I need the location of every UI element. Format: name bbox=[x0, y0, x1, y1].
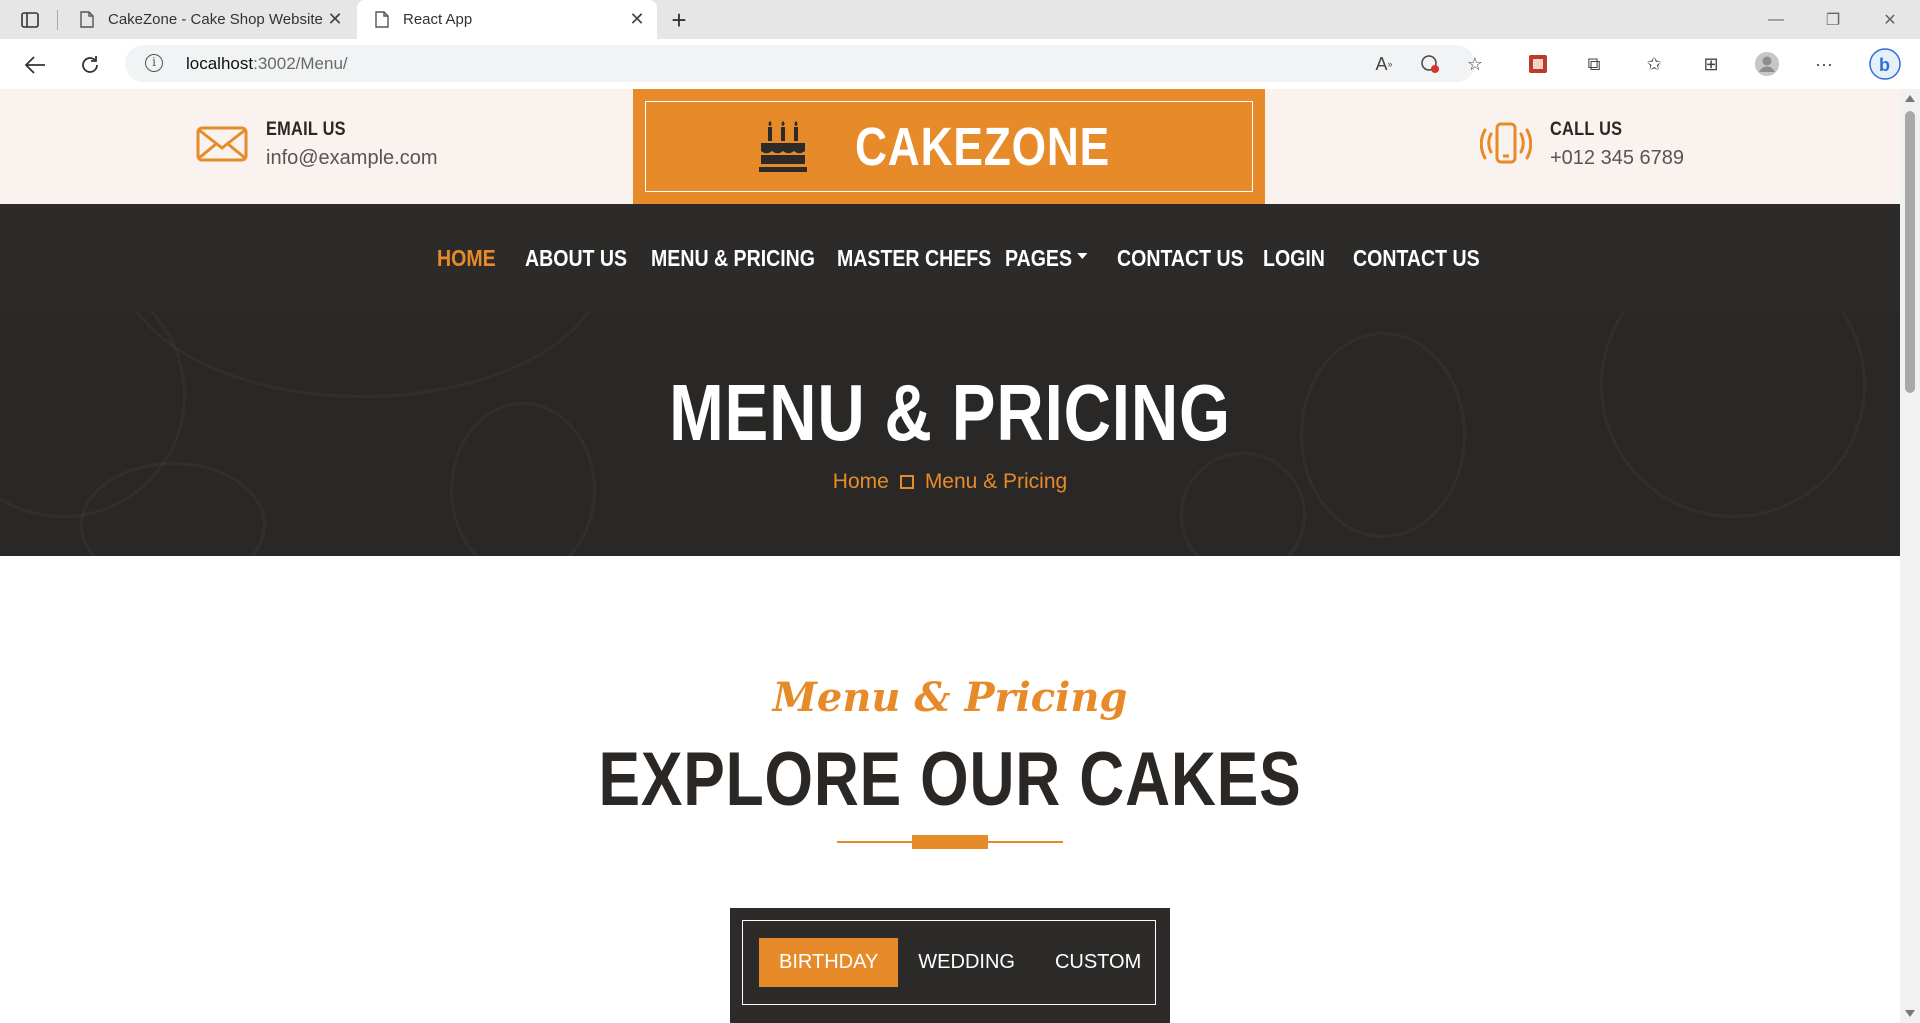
section-subtitle: Menu & Pricing bbox=[772, 674, 1128, 721]
site-info-icon[interactable]: i bbox=[145, 54, 163, 72]
bing-copilot-icon[interactable]: b bbox=[1868, 47, 1902, 81]
scrollbar-thumb[interactable] bbox=[1905, 111, 1915, 393]
minimize-icon[interactable]: — bbox=[1756, 6, 1796, 34]
address-bar-row: i localhost:3002/Menu/ A» ☆ ⧉ ✩ ⊞ ··· b bbox=[0, 39, 1920, 90]
browser-tab-bar: CakeZone - Cake Shop Website T ✕ React A… bbox=[0, 0, 1920, 39]
nav-login[interactable]: LOGIN bbox=[1263, 245, 1340, 272]
scroll-down-icon[interactable] bbox=[1905, 1010, 1915, 1017]
call-contact: CALL US +012 345 6789 bbox=[1480, 119, 1684, 170]
new-tab-button[interactable]: + bbox=[666, 5, 692, 35]
nav-master-chefs[interactable]: MASTER CHEFS bbox=[837, 245, 991, 272]
tab-birthday[interactable]: BIRTHDAY bbox=[759, 938, 899, 987]
extension-icon[interactable] bbox=[1524, 50, 1552, 78]
menu-section: Menu & Pricing EXPLORE OUR CAKES BIRTHDA… bbox=[0, 556, 1900, 1023]
breadcrumb-separator-icon bbox=[899, 475, 914, 489]
tab-title: React App bbox=[403, 11, 473, 28]
main-navigation: HOME ABOUT US MENU & PRICING MASTER CHEF… bbox=[0, 204, 1900, 312]
nav-contact-us[interactable]: CONTACT US bbox=[1117, 245, 1244, 272]
email-contact: EMAIL US info@example.com bbox=[196, 119, 437, 170]
favorites-icon[interactable]: ✩ bbox=[1640, 50, 1668, 78]
reload-icon[interactable] bbox=[76, 51, 104, 79]
collections-icon[interactable]: ⊞ bbox=[1697, 50, 1725, 78]
restore-icon[interactable]: ❐ bbox=[1813, 6, 1853, 34]
logo-text: CAKEZONE bbox=[855, 116, 1111, 177]
page-icon bbox=[373, 11, 391, 29]
extensions-puzzle-icon[interactable]: ⧉ bbox=[1580, 50, 1608, 78]
tab-custom[interactable]: CUSTOM bbox=[1035, 938, 1161, 987]
site-topbar: EMAIL US info@example.com CAKEZONE CALL bbox=[0, 89, 1900, 204]
title-divider bbox=[837, 835, 1063, 849]
envelope-icon bbox=[196, 126, 248, 162]
nav-about-us[interactable]: ABOUT US bbox=[525, 245, 632, 272]
tab-wedding[interactable]: WEDDING bbox=[898, 938, 1035, 987]
url-input[interactable]: i localhost:3002/Menu/ bbox=[125, 45, 1475, 82]
svg-text:b: b bbox=[1879, 55, 1890, 75]
nav-pages-dropdown[interactable]: PAGES bbox=[1005, 245, 1100, 272]
site-logo[interactable]: CAKEZONE bbox=[633, 89, 1265, 204]
page-scrollbar[interactable] bbox=[1900, 89, 1920, 1023]
browser-tab-cakezone[interactable]: CakeZone - Cake Shop Website T ✕ bbox=[62, 0, 355, 39]
breadcrumb-home[interactable]: Home bbox=[833, 470, 889, 494]
sidebar-toggle-icon[interactable] bbox=[18, 8, 42, 32]
cake-icon bbox=[759, 120, 808, 172]
url-text: localhost:3002/Menu/ bbox=[186, 54, 348, 73]
nav-menu-pricing[interactable]: MENU & PRICING bbox=[651, 245, 815, 272]
tracking-prevention-icon[interactable] bbox=[1416, 50, 1444, 78]
section-title: EXPLORE OUR CAKES bbox=[598, 737, 1302, 822]
tab-title: CakeZone - Cake Shop Website T bbox=[108, 11, 325, 28]
back-icon[interactable] bbox=[21, 51, 49, 79]
add-favorite-icon[interactable]: ☆ bbox=[1461, 50, 1489, 78]
close-tab-icon[interactable]: ✕ bbox=[325, 9, 345, 30]
call-title: CALL US bbox=[1550, 119, 1623, 140]
call-value[interactable]: +012 345 6789 bbox=[1550, 147, 1684, 170]
category-tabs: BIRTHDAY WEDDING CUSTOM bbox=[730, 908, 1170, 1023]
phone-icon bbox=[1480, 122, 1532, 164]
close-window-icon[interactable]: ✕ bbox=[1870, 6, 1910, 34]
scroll-up-icon[interactable] bbox=[1905, 95, 1915, 102]
page-icon bbox=[78, 11, 96, 29]
more-options-icon[interactable]: ··· bbox=[1810, 50, 1838, 78]
nav-contact-us-2[interactable]: CONTACT US bbox=[1353, 245, 1480, 272]
browser-tab-react-app[interactable]: React App ✕ bbox=[357, 0, 657, 39]
breadcrumb: Home Menu & Pricing bbox=[0, 470, 1900, 494]
decor-circle bbox=[1180, 452, 1306, 556]
email-value[interactable]: info@example.com bbox=[266, 147, 437, 170]
caret-down-icon bbox=[1077, 253, 1088, 260]
read-aloud-icon[interactable]: A» bbox=[1370, 50, 1398, 78]
breadcrumb-current: Menu & Pricing bbox=[924, 470, 1068, 493]
page-header: MENU & PRICING Home Menu & Pricing bbox=[0, 312, 1900, 556]
page-title: MENU & PRICING bbox=[669, 368, 1231, 457]
profile-avatar[interactable] bbox=[1753, 50, 1781, 78]
tab-separator bbox=[57, 10, 58, 30]
email-title: EMAIL US bbox=[266, 119, 346, 140]
close-tab-icon[interactable]: ✕ bbox=[627, 9, 647, 30]
nav-home[interactable]: HOME bbox=[437, 245, 512, 272]
